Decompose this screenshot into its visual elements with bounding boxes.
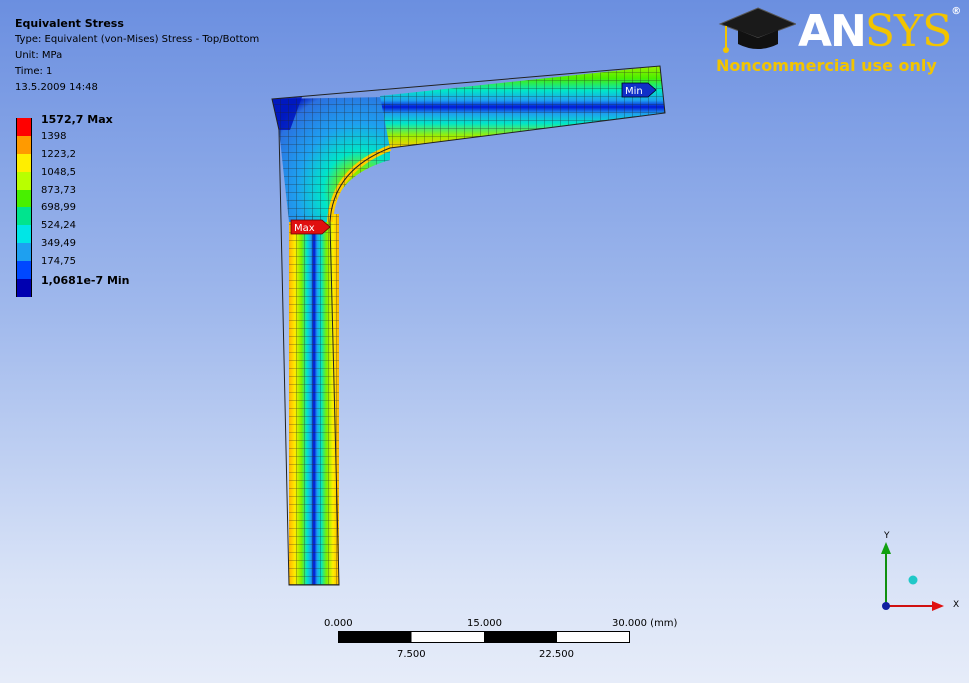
x-axis-arrow — [932, 601, 944, 611]
z-axis-origin — [882, 602, 890, 610]
min-label: Min — [625, 86, 643, 97]
y-axis-arrow — [881, 542, 891, 554]
scale-label-15: 15.000 — [467, 618, 502, 629]
scale-label-7-5: 7.500 — [397, 649, 426, 660]
min-marker[interactable]: Min — [621, 82, 657, 98]
max-label: Max — [294, 223, 315, 234]
x-axis-label: X — [953, 600, 959, 610]
scale-label-22-5: 22.500 — [539, 649, 574, 660]
max-marker[interactable]: Max — [290, 219, 331, 235]
fe-model-viewport[interactable]: Max Min — [0, 0, 969, 683]
iso-view-ball[interactable] — [908, 575, 918, 585]
horizontal-leg-mesh — [380, 66, 665, 148]
axis-triad[interactable]: Y X — [870, 528, 960, 618]
corner-mesh — [272, 97, 390, 222]
scale-bar: 0.000 15.000 30.000 (mm) 7.500 22.500 — [322, 618, 692, 668]
scale-bar-graphic — [338, 631, 630, 643]
scale-label-0: 0.000 — [324, 618, 353, 629]
y-axis-label: Y — [883, 531, 890, 541]
scale-label-30: 30.000 (mm) — [612, 618, 678, 629]
l-bracket-mesh — [271, 65, 666, 586]
